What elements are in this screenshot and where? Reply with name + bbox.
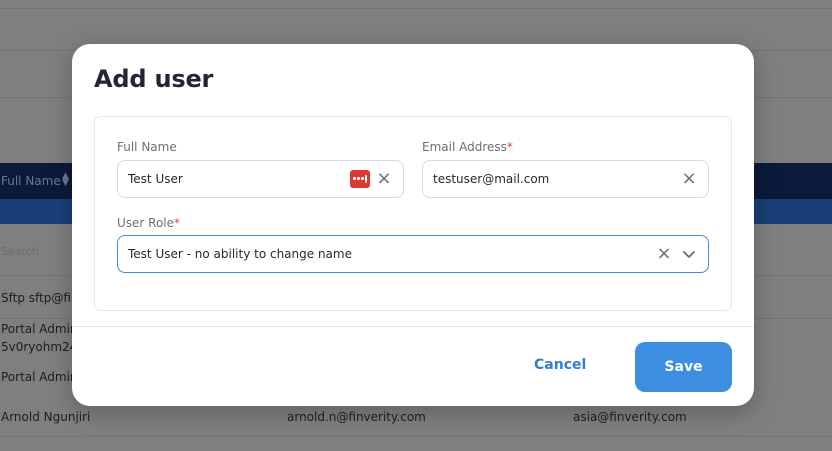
- table-cell-email: arnold.n@finverity.com: [287, 410, 426, 424]
- full-name-value: Test User: [128, 172, 183, 186]
- add-user-dialog: Add user Full Name Test User × Email Add…: [72, 44, 754, 406]
- close-icon[interactable]: ×: [655, 245, 673, 263]
- close-icon[interactable]: ×: [680, 170, 698, 188]
- save-button[interactable]: Save: [635, 342, 732, 392]
- required-mark: *: [506, 140, 513, 154]
- email-field[interactable]: testuser@mail.com ×: [422, 160, 709, 198]
- table-row[interactable]: Portal Admin: [1, 322, 78, 336]
- sort-icon[interactable]: ▲ ▼: [62, 172, 72, 189]
- table-row[interactable]: Portal Admin: [1, 370, 78, 384]
- full-name-field[interactable]: Test User ×: [117, 160, 404, 198]
- divider: [0, 8, 832, 9]
- dialog-title: Add user: [94, 65, 214, 93]
- dialog-divider: [72, 326, 754, 327]
- divider: [0, 436, 832, 437]
- table-row[interactable]: Sftp sftp@fin: [1, 291, 79, 305]
- password-manager-icon[interactable]: [350, 170, 370, 188]
- email-label: Email Address*: [422, 140, 513, 154]
- table-cell-email: asia@finverity.com: [573, 410, 687, 424]
- email-value: testuser@mail.com: [433, 172, 550, 186]
- user-role-label: User Role*: [117, 216, 181, 230]
- chevron-down-icon[interactable]: [681, 246, 697, 262]
- required-mark: *: [174, 216, 181, 230]
- table-row[interactable]: Arnold Ngunjiri: [1, 410, 90, 424]
- form-panel: Full Name Test User × Email Address* tes…: [94, 116, 732, 311]
- full-name-label: Full Name: [117, 140, 177, 154]
- search-input[interactable]: Search: [1, 245, 39, 258]
- column-header-full-name[interactable]: Full Name: [1, 174, 61, 188]
- user-role-select[interactable]: Test User - no ability to change name ×: [117, 235, 709, 273]
- close-icon[interactable]: ×: [375, 170, 393, 188]
- cancel-button[interactable]: Cancel: [534, 357, 586, 373]
- user-role-value: Test User - no ability to change name: [128, 247, 352, 261]
